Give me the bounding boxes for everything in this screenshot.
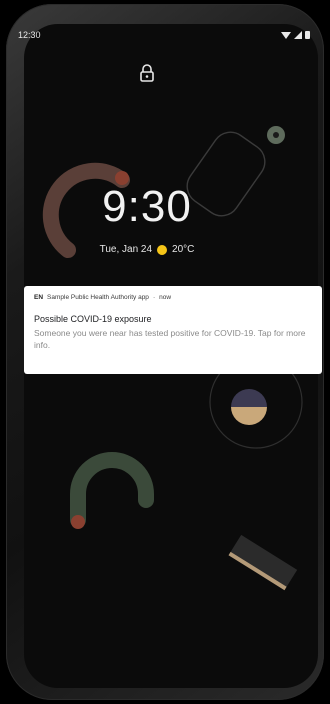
wifi-icon <box>281 32 291 39</box>
lock-icon[interactable] <box>139 63 155 83</box>
battery-icon <box>305 31 310 39</box>
notification-time: now <box>159 294 172 301</box>
date-text: Tue, Jan 24 <box>99 244 153 255</box>
notification-header: EN Sample Public Health Authority app · … <box>34 294 312 301</box>
date-weather-row: Tue, Jan 24 20°C <box>0 244 294 255</box>
temperature-text: 20°C <box>172 244 195 255</box>
device-stage: 12:30 9:30 Tue, Jan 24 20°C EN Sample Pu… <box>0 0 330 704</box>
notification-separator: · <box>152 294 156 301</box>
notification-body: Someone you were near has tested positiv… <box>34 328 306 350</box>
signal-icon <box>294 31 302 39</box>
exposure-notification[interactable]: EN Sample Public Health Authority app · … <box>24 286 322 374</box>
sun-icon <box>157 244 168 255</box>
status-time: 12:30 <box>18 30 41 40</box>
lock-clock: 9:30 <box>102 182 192 231</box>
status-icons <box>281 31 310 39</box>
notification-app-name: Sample Public Health Authority app <box>47 294 149 301</box>
notification-title: Possible COVID-19 exposure <box>34 314 152 324</box>
en-badge: EN <box>34 294 44 301</box>
